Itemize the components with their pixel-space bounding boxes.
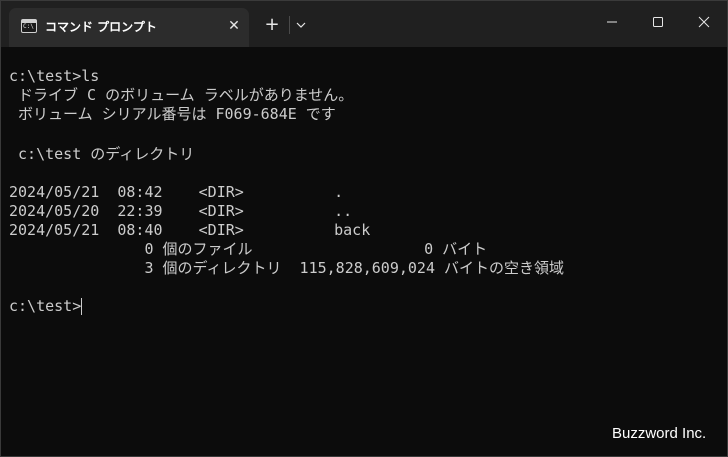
maximize-icon <box>653 17 663 27</box>
close-window-button[interactable] <box>681 3 727 39</box>
maximize-button[interactable] <box>635 3 681 39</box>
terminal-line: ドライブ C のボリューム ラベルがありません。 <box>9 86 354 104</box>
tab-divider <box>289 16 290 34</box>
terminal-line: 2024/05/20 22:39 <DIR> .. <box>9 202 353 220</box>
terminal-line: c:\test>ls <box>9 67 100 85</box>
terminal-line: 2024/05/21 08:40 <DIR> back <box>9 221 371 239</box>
terminal-line: 2024/05/21 08:42 <DIR> . <box>9 183 344 201</box>
close-tab-icon[interactable]: ✕ <box>225 17 243 35</box>
watermark: Buzzword Inc. <box>612 425 707 442</box>
terminal-output[interactable]: c:\test>ls ドライブ C のボリューム ラベルがありません。 ボリュー… <box>1 47 727 456</box>
text-cursor <box>81 298 82 315</box>
command-prompt-icon <box>21 19 37 33</box>
new-tab-button[interactable]: + <box>261 14 283 36</box>
title-bar: コマンド プロンプト ✕ + <box>1 1 727 47</box>
terminal-line: c:\test のディレクトリ <box>9 145 195 163</box>
dropdown-button[interactable] <box>292 14 310 36</box>
chevron-down-icon <box>296 22 306 28</box>
terminal-line: 3 個のディレクトリ 115,828,609,024 バイトの空き領域 <box>9 259 565 277</box>
close-icon <box>698 16 710 28</box>
terminal-window: コマンド プロンプト ✕ + c:\test>ls ドライブ C <box>0 0 728 457</box>
tab-title: コマンド プロンプト <box>45 20 157 34</box>
terminal-prompt: c:\test> <box>9 297 82 315</box>
minimize-button[interactable] <box>589 3 635 39</box>
terminal-line: 0 個のファイル 0 バイト <box>9 240 488 258</box>
tab-command-prompt[interactable]: コマンド プロンプト ✕ <box>9 8 249 47</box>
minimize-icon <box>607 21 617 23</box>
terminal-line: ボリューム シリアル番号は F069-684E です <box>9 105 336 123</box>
